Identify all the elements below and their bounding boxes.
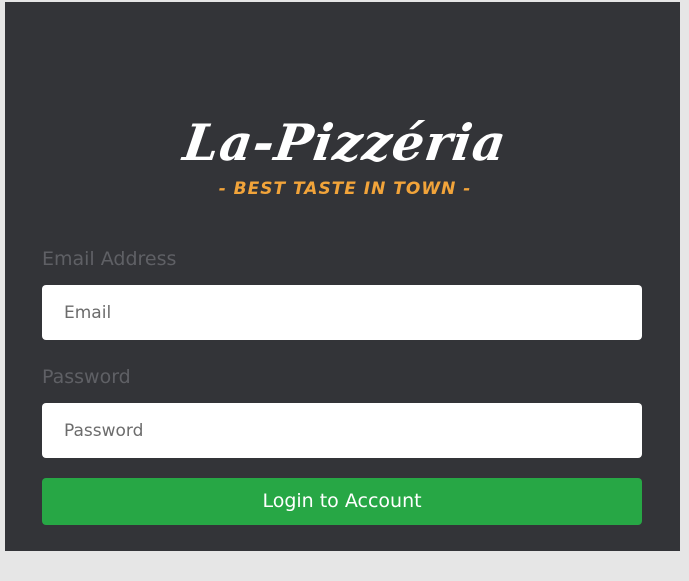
login-card: La-Pizzéria - BEST TASTE IN TOWN - Email…: [5, 2, 680, 551]
password-field[interactable]: [42, 403, 642, 458]
login-button[interactable]: Login to Account: [42, 478, 642, 525]
la-pizzeria-logo: La-Pizzéria - BEST TASTE IN TOWN -: [130, 107, 560, 207]
password-label: Password: [42, 366, 131, 388]
logo-tagline: - BEST TASTE IN TOWN -: [218, 179, 472, 199]
email-field[interactable]: [42, 285, 642, 340]
logo-title: La-Pizzéria: [179, 113, 511, 172]
email-label: Email Address: [42, 248, 177, 270]
